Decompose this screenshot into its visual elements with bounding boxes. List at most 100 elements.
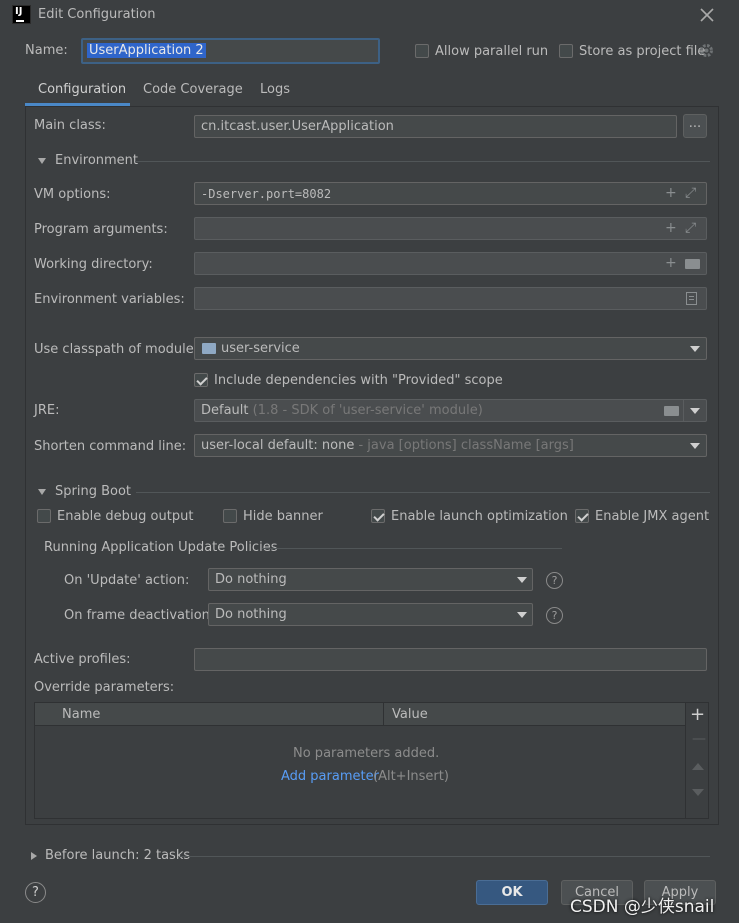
jre-label: JRE: [34, 403, 60, 418]
close-icon[interactable] [698, 6, 716, 24]
gear-icon[interactable] [699, 43, 714, 58]
working-directory-input[interactable]: + [194, 252, 707, 275]
program-arguments-input[interactable]: + ⤢ [194, 217, 707, 240]
tab-code-coverage-label: Code Coverage [143, 82, 243, 97]
hide-banner-checkbox[interactable] [223, 509, 237, 523]
chevron-down-icon [690, 346, 700, 352]
on-update-dropdown[interactable]: Do nothing [208, 568, 533, 591]
plus-icon[interactable]: + [690, 704, 705, 725]
module-folder-icon [202, 343, 216, 354]
classpath-label: Use classpath of module: [34, 342, 199, 357]
folder-icon[interactable] [664, 406, 679, 416]
on-update-label: On 'Update' action: [64, 573, 190, 588]
move-down-icon[interactable] [692, 789, 704, 796]
folder-icon[interactable] [685, 259, 700, 269]
launch-optimization-checkbox[interactable] [371, 509, 385, 523]
program-arguments-label: Program arguments: [34, 222, 168, 237]
spring-boot-collapse-icon[interactable] [38, 489, 46, 495]
debug-output-label: Enable debug output [57, 509, 194, 524]
override-table: Name Value + — No parameters added. Add … [34, 702, 709, 819]
shorten-value: user-local default: none - java [options… [201, 438, 574, 453]
jre-value: Default (1.8 - SDK of 'user-service' mod… [201, 403, 483, 418]
classpath-value: user-service [221, 341, 300, 356]
spring-boot-section-title[interactable]: Spring Boot [55, 484, 131, 499]
environment-variables-label: Environment variables: [34, 292, 185, 307]
empty-table-text: No parameters added. [293, 746, 440, 761]
help-button[interactable]: ? [25, 882, 46, 903]
environment-section-title[interactable]: Environment [55, 153, 138, 168]
tab-logs-label: Logs [260, 82, 290, 97]
help-icon[interactable]: ? [546, 572, 563, 589]
column-name[interactable]: Name [62, 707, 100, 722]
environment-collapse-icon[interactable] [38, 158, 46, 164]
plus-icon[interactable]: + [665, 221, 677, 235]
main-class-label: Main class: [34, 118, 106, 133]
tab-code-coverage[interactable]: Code Coverage [135, 76, 245, 106]
on-frame-label: On frame deactivation: [64, 608, 215, 623]
chevron-down-icon[interactable] [690, 408, 700, 414]
minus-icon[interactable]: — [692, 731, 706, 747]
document-icon[interactable] [686, 292, 697, 305]
before-launch-expand-icon[interactable] [31, 852, 37, 860]
launch-optimization-label: Enable launch optimization [391, 509, 568, 524]
update-policies-title: Running Application Update Policies [44, 540, 278, 555]
window-title: Edit Configuration [38, 7, 156, 22]
tab-configuration-label: Configuration [38, 82, 127, 97]
watermark-text: CSDN @少侠snail [570, 897, 715, 917]
before-launch-separator [180, 856, 710, 857]
tab-configuration[interactable]: Configuration [25, 76, 130, 106]
jmx-agent-label: Enable JMX agent [595, 509, 710, 524]
expand-icon[interactable]: ⤢ [685, 221, 696, 235]
ok-button[interactable]: OK [476, 880, 548, 905]
app-icon: IJ [12, 5, 31, 24]
chevron-down-icon [517, 577, 527, 583]
name-value: UserApplication 2 [87, 43, 206, 58]
on-frame-dropdown[interactable]: Do nothing [208, 603, 533, 626]
column-value[interactable]: Value [392, 707, 428, 722]
on-frame-value: Do nothing [215, 607, 287, 622]
title-bar: IJ Edit Configuration [0, 0, 739, 30]
add-parameter-shortcut: (Alt+Insert) [373, 769, 449, 784]
before-launch-label[interactable]: Before launch: 2 tasks [45, 848, 190, 863]
store-project-label: Store as project file [579, 44, 706, 59]
working-directory-label: Working directory: [34, 257, 153, 272]
tab-logs[interactable]: Logs [250, 76, 300, 106]
include-deps-label: Include dependencies with "Provided" sco… [214, 373, 503, 388]
include-deps-checkbox[interactable] [194, 373, 208, 387]
debug-output-checkbox[interactable] [37, 509, 51, 523]
vm-options-input[interactable]: -Dserver.port=8082 + ⤢ [194, 182, 707, 205]
jre-dropdown[interactable]: Default (1.8 - SDK of 'user-service' mod… [194, 399, 707, 422]
spring-boot-separator [136, 492, 710, 493]
allow-parallel-label: Allow parallel run [435, 44, 549, 59]
override-parameters-label: Override parameters: [34, 680, 175, 695]
help-icon[interactable]: ? [546, 607, 563, 624]
environment-separator [135, 161, 710, 162]
jmx-agent-checkbox[interactable] [575, 509, 589, 523]
move-up-icon[interactable] [692, 763, 704, 770]
chevron-down-icon [690, 443, 700, 449]
active-profiles-label: Active profiles: [34, 652, 131, 667]
shorten-label: Shorten command line: [34, 439, 187, 454]
on-update-value: Do nothing [215, 572, 287, 587]
table-header: Name Value [35, 703, 685, 726]
main-class-input[interactable]: cn.itcast.user.UserApplication [194, 115, 677, 138]
main-class-browse-button[interactable]: ... [683, 114, 707, 138]
classpath-dropdown[interactable]: user-service [194, 337, 707, 360]
expand-icon[interactable]: ⤢ [685, 186, 696, 200]
plus-icon[interactable]: + [665, 186, 677, 200]
vm-options-value: -Dserver.port=8082 [201, 187, 332, 201]
app-icon-letters: IJ [15, 6, 23, 17]
plus-icon[interactable]: + [665, 256, 677, 270]
name-label: Name: [25, 43, 68, 58]
add-parameter-link[interactable]: Add parameter [281, 769, 379, 784]
active-profiles-input[interactable] [194, 648, 707, 671]
store-project-checkbox[interactable] [559, 44, 573, 58]
vm-options-label: VM options: [34, 187, 111, 202]
shorten-dropdown[interactable]: user-local default: none - java [options… [194, 434, 707, 457]
hide-banner-label: Hide banner [243, 509, 323, 524]
chevron-down-icon [517, 612, 527, 618]
environment-variables-input[interactable] [194, 287, 707, 310]
name-input[interactable]: UserApplication 2 [81, 38, 380, 64]
update-policies-separator [262, 548, 562, 549]
allow-parallel-checkbox[interactable] [415, 44, 429, 58]
